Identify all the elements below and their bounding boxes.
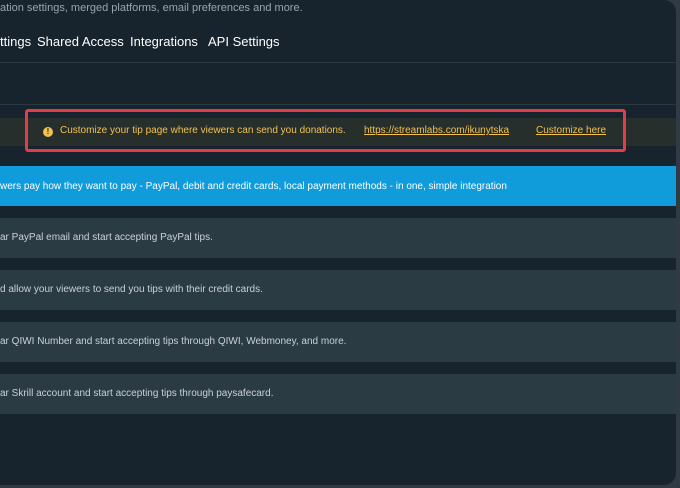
tab-settings[interactable]: ttings [0, 34, 31, 49]
settings-window: ation settings, merged platforms, email … [0, 0, 676, 485]
payment-option-description: ar PayPal email and start accepting PayP… [0, 232, 213, 243]
payment-option-row-qiwi[interactable]: ar QIWI Number and start accepting tips … [0, 322, 676, 362]
tabs-divider [0, 62, 676, 63]
payment-option-row-paypal[interactable]: ar PayPal email and start accepting PayP… [0, 218, 676, 258]
tab-integrations[interactable]: Integrations [130, 34, 198, 49]
payment-option-description: ar Skrill account and start accepting ti… [0, 388, 274, 399]
payment-option-description: d allow your viewers to send you tips wi… [0, 284, 263, 295]
payment-option-description: ar QIWI Number and start accepting tips … [0, 336, 347, 347]
page-subtitle: ation settings, merged platforms, email … [0, 2, 303, 14]
highlight-outline [25, 109, 626, 152]
tab-api-settings[interactable]: API Settings [208, 34, 280, 49]
section-divider [0, 104, 676, 105]
payment-option-row-credit-card[interactable]: d allow your viewers to send you tips wi… [0, 270, 676, 310]
tab-shared-access[interactable]: Shared Access [37, 34, 124, 49]
payment-option-row-skrill[interactable]: ar Skrill account and start accepting ti… [0, 374, 676, 414]
payment-option-description: wers pay how they want to pay - PayPal, … [0, 181, 507, 192]
payment-option-row-unified[interactable]: wers pay how they want to pay - PayPal, … [0, 166, 676, 206]
